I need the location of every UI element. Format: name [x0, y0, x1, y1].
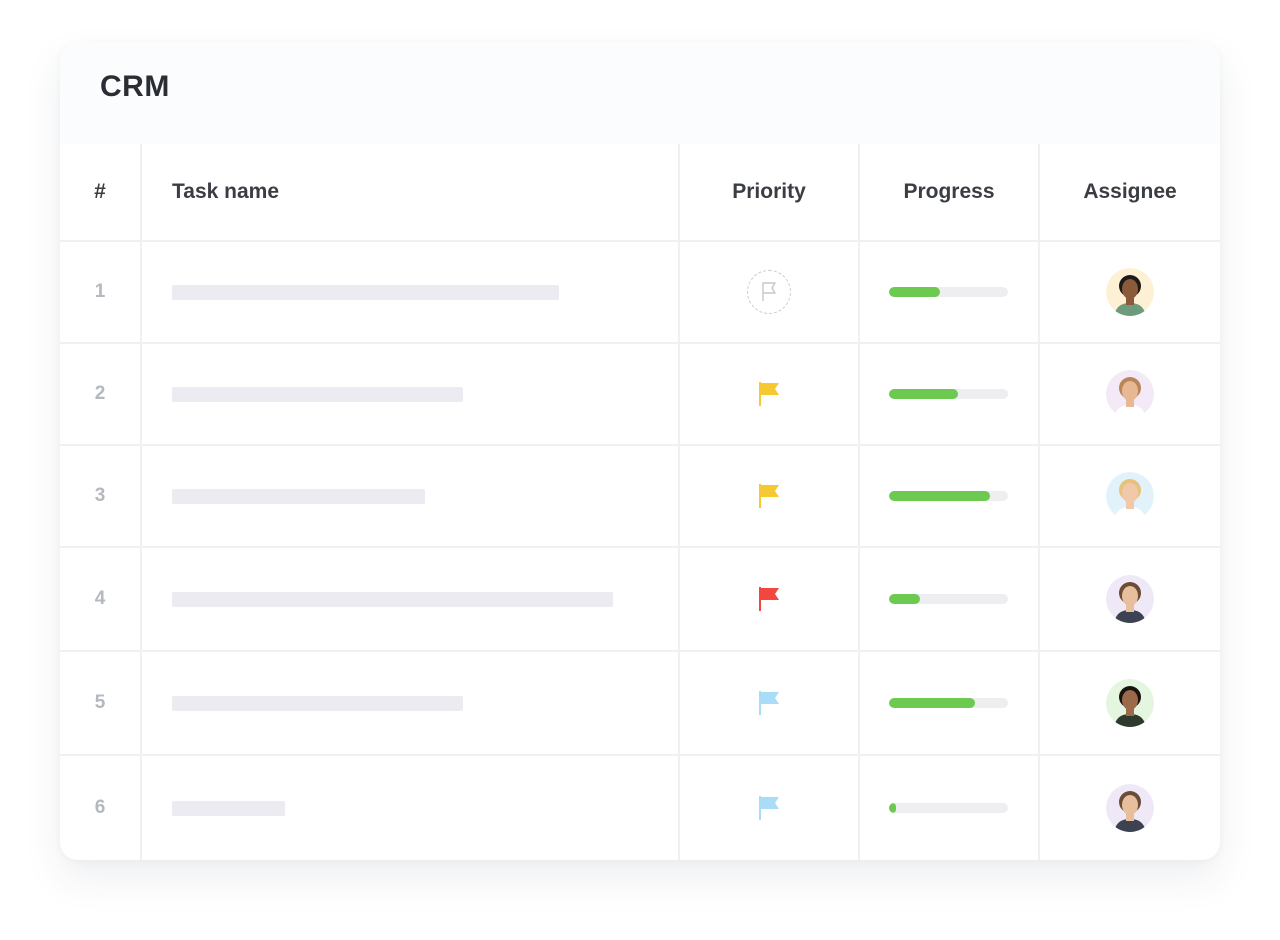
- row-number: 1: [94, 281, 106, 302]
- task-name-cell[interactable]: [142, 548, 680, 650]
- progress-fill: [889, 491, 990, 501]
- task-name-placeholder: [172, 695, 463, 711]
- row-number-cell: 1: [60, 242, 142, 342]
- progress-cell: [860, 548, 1040, 650]
- row-number-cell: 6: [60, 756, 142, 860]
- progress-cell: [860, 242, 1040, 342]
- progress-bar: [889, 491, 1008, 501]
- priority-cell: [680, 548, 860, 650]
- progress-fill: [889, 287, 940, 297]
- progress-fill: [889, 389, 958, 399]
- header-task-cell: Task name: [142, 144, 680, 240]
- priority-cell: [680, 446, 860, 546]
- priority-cell: [680, 344, 860, 444]
- table-row[interactable]: 1: [60, 242, 1220, 344]
- progress-fill: [889, 803, 896, 813]
- row-number: 2: [94, 383, 106, 404]
- avatar[interactable]: [1106, 784, 1154, 832]
- row-number: 6: [94, 797, 106, 818]
- flag-icon[interactable]: [756, 481, 782, 511]
- table-header-row: # Task name Priority Progress Assignee: [60, 144, 1220, 242]
- progress-fill: [889, 594, 920, 604]
- row-number: 5: [94, 692, 106, 713]
- task-name-cell[interactable]: [142, 242, 680, 342]
- priority-cell: [680, 242, 860, 342]
- assignee-cell: [1040, 652, 1220, 754]
- header-progress-cell: Progress: [860, 144, 1040, 240]
- assignee-cell: [1040, 548, 1220, 650]
- assignee-cell: [1040, 446, 1220, 546]
- assignee-cell: [1040, 242, 1220, 342]
- header-num[interactable]: #: [94, 180, 106, 204]
- header-assignee-cell: Assignee: [1040, 144, 1220, 240]
- progress-bar: [889, 803, 1008, 813]
- progress-bar: [889, 698, 1008, 708]
- task-name-cell[interactable]: [142, 756, 680, 860]
- row-number-cell: 2: [60, 344, 142, 444]
- header-priority[interactable]: Priority: [732, 180, 806, 204]
- task-name-placeholder: [172, 488, 425, 504]
- row-number-cell: 3: [60, 446, 142, 546]
- crm-card: CRM # Task name Priority Progress Assign…: [60, 42, 1220, 860]
- card-header: CRM: [60, 42, 1220, 144]
- priority-cell: [680, 652, 860, 754]
- header-num-cell: #: [60, 144, 142, 240]
- flag-outline-icon[interactable]: [747, 270, 791, 314]
- task-name-placeholder: [172, 386, 463, 402]
- row-number: 3: [94, 485, 106, 506]
- task-name-placeholder: [172, 800, 285, 816]
- progress-bar: [889, 389, 1008, 399]
- table-row[interactable]: 5: [60, 652, 1220, 756]
- progress-bar: [889, 287, 1008, 297]
- header-priority-cell: Priority: [680, 144, 860, 240]
- assignee-cell: [1040, 344, 1220, 444]
- assignee-cell: [1040, 756, 1220, 860]
- progress-cell: [860, 756, 1040, 860]
- header-task-name[interactable]: Task name: [172, 180, 279, 204]
- table-row[interactable]: 2: [60, 344, 1220, 446]
- table-row[interactable]: 4: [60, 548, 1220, 652]
- avatar[interactable]: [1106, 679, 1154, 727]
- task-name-cell[interactable]: [142, 652, 680, 754]
- avatar[interactable]: [1106, 370, 1154, 418]
- row-number-cell: 4: [60, 548, 142, 650]
- flag-icon[interactable]: [756, 688, 782, 718]
- task-name-placeholder: [172, 284, 559, 300]
- flag-icon[interactable]: [756, 793, 782, 823]
- task-name-cell[interactable]: [142, 446, 680, 546]
- progress-fill: [889, 698, 975, 708]
- avatar[interactable]: [1106, 575, 1154, 623]
- row-number-cell: 5: [60, 652, 142, 754]
- task-name-cell[interactable]: [142, 344, 680, 444]
- page-title: CRM: [100, 70, 170, 103]
- table-row[interactable]: 3: [60, 446, 1220, 548]
- progress-cell: [860, 652, 1040, 754]
- progress-cell: [860, 344, 1040, 444]
- table-row[interactable]: 6: [60, 756, 1220, 860]
- avatar[interactable]: [1106, 472, 1154, 520]
- progress-bar: [889, 594, 1008, 604]
- flag-icon[interactable]: [756, 379, 782, 409]
- row-number: 4: [94, 588, 106, 609]
- task-name-placeholder: [172, 591, 613, 607]
- task-table: # Task name Priority Progress Assignee 1…: [60, 144, 1220, 860]
- avatar[interactable]: [1106, 268, 1154, 316]
- progress-cell: [860, 446, 1040, 546]
- priority-cell: [680, 756, 860, 860]
- header-assignee[interactable]: Assignee: [1083, 180, 1176, 204]
- flag-icon[interactable]: [756, 584, 782, 614]
- header-progress[interactable]: Progress: [903, 180, 994, 204]
